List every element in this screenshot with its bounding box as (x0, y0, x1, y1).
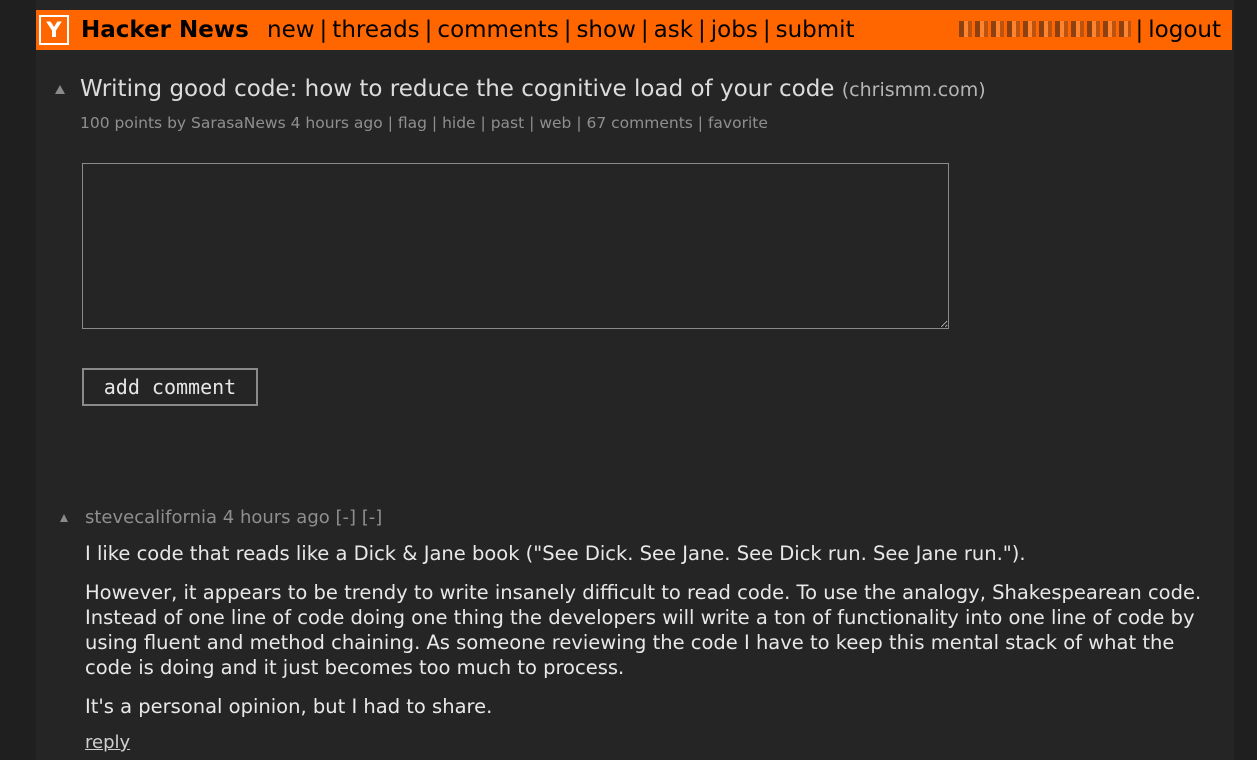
comment-paragraph: However, it appears to be trendy to writ… (85, 581, 1202, 679)
comment-paragraph: I like code that reads like a Dick & Jan… (85, 542, 1026, 565)
subtext-separator: | (697, 114, 704, 132)
subtext-separator: | (431, 114, 438, 132)
nav-show[interactable]: show (576, 17, 635, 43)
story-past-link[interactable]: past (491, 114, 525, 132)
comment-author-link[interactable]: stevecalifornia (85, 507, 217, 528)
site-name[interactable]: Hacker News (81, 10, 249, 50)
story-title-line: Writing good code: how to reduce the cog… (80, 76, 986, 102)
comment-header: stevecalifornia 4 hours ago [-] [-] (85, 507, 382, 528)
story-title-link[interactable]: Writing good code: how to reduce the cog… (80, 76, 834, 102)
subtext-separator: | (529, 114, 535, 132)
reply-link[interactable]: reply (85, 732, 130, 753)
story-author-link[interactable]: SarasaNews (191, 114, 286, 132)
story-favorite-link[interactable]: favorite (708, 114, 768, 132)
subtext-separator: | (480, 114, 486, 132)
nav-comments[interactable]: comments (437, 17, 558, 43)
comment-collapse-toggle-2[interactable]: [-] (362, 507, 383, 528)
subtext-separator: | (576, 114, 582, 132)
story-domain[interactable]: (chrismm.com) (842, 79, 986, 101)
story-upvote-arrow-icon[interactable] (55, 85, 65, 94)
story-web-link[interactable]: web (539, 114, 571, 132)
nav-separator: | (762, 17, 771, 43)
nav-separator: | (1135, 17, 1144, 43)
nav-separator: | (563, 17, 572, 43)
nav-new[interactable]: new (267, 17, 315, 43)
nav-jobs[interactable]: jobs (711, 17, 758, 43)
user-area: | logout (958, 10, 1221, 50)
nav-links: new | threads | comments | show | ask | jobs | submi… (267, 10, 855, 50)
story-hide-link[interactable]: hide (442, 114, 476, 132)
comment-paragraph: It's a personal opinion, but I had to sh… (85, 695, 493, 718)
nav-separator: | (698, 17, 706, 43)
story-comments-link[interactable]: 67 comments (586, 114, 692, 132)
comment-collapse-toggle[interactable]: [-] (336, 507, 357, 528)
subtext-separator: | (387, 114, 393, 132)
comment-body: I like code that reads like a Dick & Jan… (85, 541, 1215, 733)
header-bar: Y Hacker News new | threads | comments | show |… (36, 10, 1232, 50)
story-age-link[interactable]: 4 hours ago (291, 114, 383, 132)
story-by-label: by (167, 114, 187, 132)
comment-textarea[interactable] (82, 163, 949, 329)
y-logo-icon[interactable]: Y (39, 15, 69, 45)
nav-threads[interactable]: threads (332, 17, 419, 43)
nav-submit[interactable]: submit (776, 17, 855, 43)
nav-ask[interactable]: ask (654, 17, 693, 43)
story-points: 100 points (80, 114, 163, 132)
redacted-username[interactable] (958, 21, 1131, 37)
nav-separator: | (640, 17, 649, 43)
nav-separator: | (319, 17, 328, 43)
comment-upvote-arrow-icon[interactable] (60, 514, 68, 522)
add-comment-button[interactable]: add comment (82, 368, 258, 406)
story-flag-link[interactable]: flag (398, 114, 427, 132)
nav-separator: | (424, 17, 433, 43)
comment-age-link[interactable]: 4 hours ago (223, 507, 330, 528)
logout-link[interactable]: logout (1148, 17, 1221, 43)
story-subtext: 100 points by SarasaNews 4 hours ago | f… (80, 114, 768, 132)
